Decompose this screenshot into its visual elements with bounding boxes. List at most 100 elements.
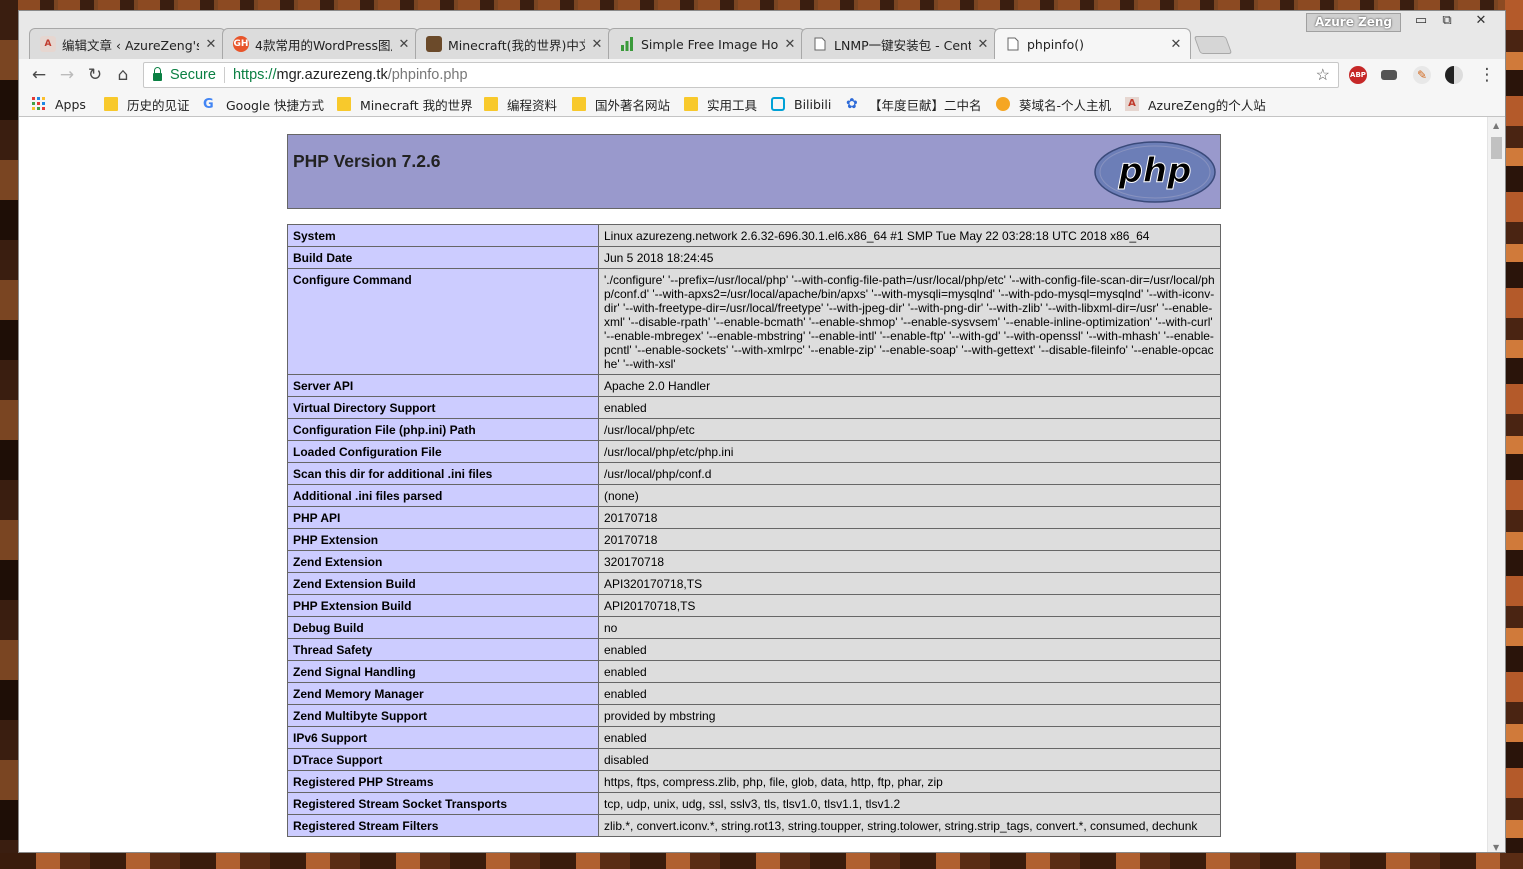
folder-icon bbox=[684, 97, 698, 111]
row-key: Zend Extension Build bbox=[287, 572, 599, 595]
google-icon: G bbox=[203, 97, 214, 112]
tab-wordpress-images[interactable]: GH 4款常用的WordPress图片 ✕ bbox=[222, 28, 419, 59]
row-key: Additional .ini files parsed bbox=[287, 484, 599, 507]
row-key: Zend Extension bbox=[287, 550, 599, 573]
tab-label: LNMP一键安装包 - Cent bbox=[834, 37, 971, 53]
row-key: Zend Signal Handling bbox=[287, 660, 599, 683]
row-key: Thread Safety bbox=[287, 638, 599, 661]
bookmark-label: Apps bbox=[55, 96, 86, 112]
tab-label: 4款常用的WordPress图片 bbox=[255, 37, 392, 53]
desktop-edge-bottom bbox=[0, 853, 1523, 869]
table-row: Additional .ini files parsed (none) bbox=[287, 484, 1221, 507]
tab-lnmp[interactable]: LNMP一键安装包 - Cent ✕ bbox=[801, 28, 998, 59]
bookmark-folder-foreign-sites[interactable]: 国外著名网站 bbox=[572, 95, 670, 113]
row-value: Apache 2.0 Handler bbox=[598, 374, 1221, 397]
table-row: Zend Extension Build API320170718,TS bbox=[287, 572, 1221, 595]
adblock-plus-icon[interactable]: ABP bbox=[1349, 66, 1367, 84]
forward-arrow-icon[interactable]: → bbox=[55, 63, 79, 87]
row-key: Virtual Directory Support bbox=[287, 396, 599, 419]
table-row: Debug Build no bbox=[287, 616, 1221, 639]
bar-chart-favicon-icon bbox=[619, 36, 635, 52]
bookmark-google[interactable]: G Google 快捷方式 bbox=[203, 95, 324, 113]
row-value: enabled bbox=[598, 638, 1221, 661]
profile-button[interactable]: Azure Zeng bbox=[1305, 13, 1401, 32]
tab-minecraft[interactable]: Minecraft(我的世界)中文 ✕ bbox=[415, 28, 612, 59]
table-row: PHP Extension 20170718 bbox=[287, 528, 1221, 551]
row-value: provided by mbstring bbox=[598, 704, 1221, 727]
bookmark-label: Google 快捷方式 bbox=[226, 97, 325, 113]
table-row: Zend Signal Handling enabled bbox=[287, 660, 1221, 683]
wordpress-favicon-icon: A bbox=[1125, 97, 1139, 111]
bookmark-domain-host[interactable]: 葵域名-个人主机 bbox=[996, 95, 1111, 113]
close-icon[interactable]: ✕ bbox=[398, 37, 410, 52]
menu-dots-icon[interactable]: ⋮ bbox=[1475, 63, 1499, 87]
minimize-icon[interactable]: ▭ bbox=[1407, 11, 1435, 31]
close-icon[interactable]: ✕ bbox=[205, 37, 217, 52]
extension-icon[interactable] bbox=[1381, 70, 1397, 80]
bookmark-bilibili[interactable]: Bilibili bbox=[771, 95, 831, 113]
row-value: no bbox=[598, 616, 1221, 639]
row-key: IPv6 Support bbox=[287, 726, 599, 749]
scroll-up-icon[interactable]: ▲ bbox=[1493, 121, 1499, 130]
back-arrow-icon[interactable]: ← bbox=[27, 63, 51, 87]
bookmark-label: 葵域名-个人主机 bbox=[1019, 97, 1112, 113]
tab-phpinfo[interactable]: phpinfo() ✕ bbox=[994, 28, 1191, 59]
row-value: './configure' '--prefix=/usr/local/php' … bbox=[598, 268, 1221, 375]
maximize-icon[interactable]: ⧉ bbox=[1433, 11, 1461, 31]
row-key: Configuration File (php.ini) Path bbox=[287, 418, 599, 441]
folder-icon bbox=[104, 97, 118, 111]
scroll-down-icon[interactable]: ▼ bbox=[1493, 843, 1499, 852]
table-row: Scan this dir for additional .ini files /… bbox=[287, 462, 1221, 485]
close-icon[interactable]: ✕ bbox=[1170, 37, 1182, 52]
page-viewport: PHP Version 7.2.6 php System Linux azurez… bbox=[19, 117, 1487, 852]
dark-mode-icon[interactable] bbox=[1445, 66, 1463, 84]
close-icon[interactable]: ✕ bbox=[977, 37, 989, 52]
bookmark-apps[interactable]: Apps bbox=[32, 95, 86, 113]
row-key: Registered Stream Socket Transports bbox=[287, 792, 599, 815]
bookmark-annual[interactable]: ✿ 【年度巨献】二中名 bbox=[846, 95, 982, 113]
extension-brush-icon[interactable]: ✎ bbox=[1413, 66, 1431, 84]
row-key: Configure Command bbox=[287, 268, 599, 375]
tab-edit-post[interactable]: A 编辑文章 ‹ AzureZeng's ✕ bbox=[29, 28, 226, 59]
row-value: https, ftps, compress.zlib, php, file, g… bbox=[598, 770, 1221, 793]
row-key: Zend Multibyte Support bbox=[287, 704, 599, 727]
row-key: Debug Build bbox=[287, 616, 599, 639]
table-row: Zend Multibyte Support provided by mbstri… bbox=[287, 704, 1221, 727]
omnibox-divider bbox=[223, 67, 225, 83]
close-icon[interactable]: ✕ bbox=[784, 37, 796, 52]
php-version-header: PHP Version 7.2.6 php bbox=[287, 134, 1221, 209]
home-icon[interactable]: ⌂ bbox=[111, 63, 135, 87]
table-row: PHP Extension Build API20170718,TS bbox=[287, 594, 1221, 617]
table-row: Zend Memory Manager enabled bbox=[287, 682, 1221, 705]
new-tab-button[interactable] bbox=[1193, 36, 1233, 54]
tab-label: phpinfo() bbox=[1027, 36, 1084, 52]
bookmark-folder-programming[interactable]: 编程资料 bbox=[484, 95, 557, 113]
row-key: PHP Extension bbox=[287, 528, 599, 551]
vertical-scrollbar[interactable]: ▲ ▼ bbox=[1487, 117, 1505, 852]
table-row: Loaded Configuration File/usr/local/php/… bbox=[287, 440, 1221, 463]
row-value: enabled bbox=[598, 726, 1221, 749]
row-value: (none) bbox=[598, 484, 1221, 507]
close-icon[interactable]: ✕ bbox=[591, 37, 603, 52]
scrollbar-thumb[interactable] bbox=[1491, 137, 1502, 159]
bookmark-folder-tools[interactable]: 实用工具 bbox=[684, 95, 757, 113]
row-key: PHP API bbox=[287, 506, 599, 529]
bookmark-folder-history[interactable]: 历史的见证 bbox=[104, 95, 190, 113]
address-bar[interactable]: Secure https://mgr.azurezeng.tk/phpinfo.… bbox=[143, 62, 1339, 88]
bookmark-star-icon[interactable]: ☆ bbox=[1316, 65, 1330, 85]
browser-window: A 编辑文章 ‹ AzureZeng's ✕ GH 4款常用的WordPress… bbox=[18, 10, 1506, 853]
row-value: API20170718,TS bbox=[598, 594, 1221, 617]
bookmark-azurezeng-site[interactable]: A AzureZeng的个人站 bbox=[1125, 95, 1266, 113]
tab-image-host[interactable]: Simple Free Image Hos ✕ bbox=[608, 28, 805, 59]
bookmark-label: AzureZeng的个人站 bbox=[1148, 97, 1266, 113]
bookmark-folder-minecraft[interactable]: Minecraft 我的世界 bbox=[337, 95, 473, 113]
row-key: Server API bbox=[287, 374, 599, 397]
row-value: 320170718 bbox=[598, 550, 1221, 573]
row-value: tcp, udp, unix, udg, ssl, sslv3, tls, tl… bbox=[598, 792, 1221, 815]
close-window-icon[interactable]: ✕ bbox=[1467, 11, 1495, 31]
reload-icon[interactable]: ↻ bbox=[83, 63, 107, 87]
row-value: enabled bbox=[598, 660, 1221, 683]
tab-label: 编辑文章 ‹ AzureZeng's bbox=[62, 37, 199, 53]
bookmark-label: 编程资料 bbox=[507, 97, 558, 113]
row-value: enabled bbox=[598, 682, 1221, 705]
